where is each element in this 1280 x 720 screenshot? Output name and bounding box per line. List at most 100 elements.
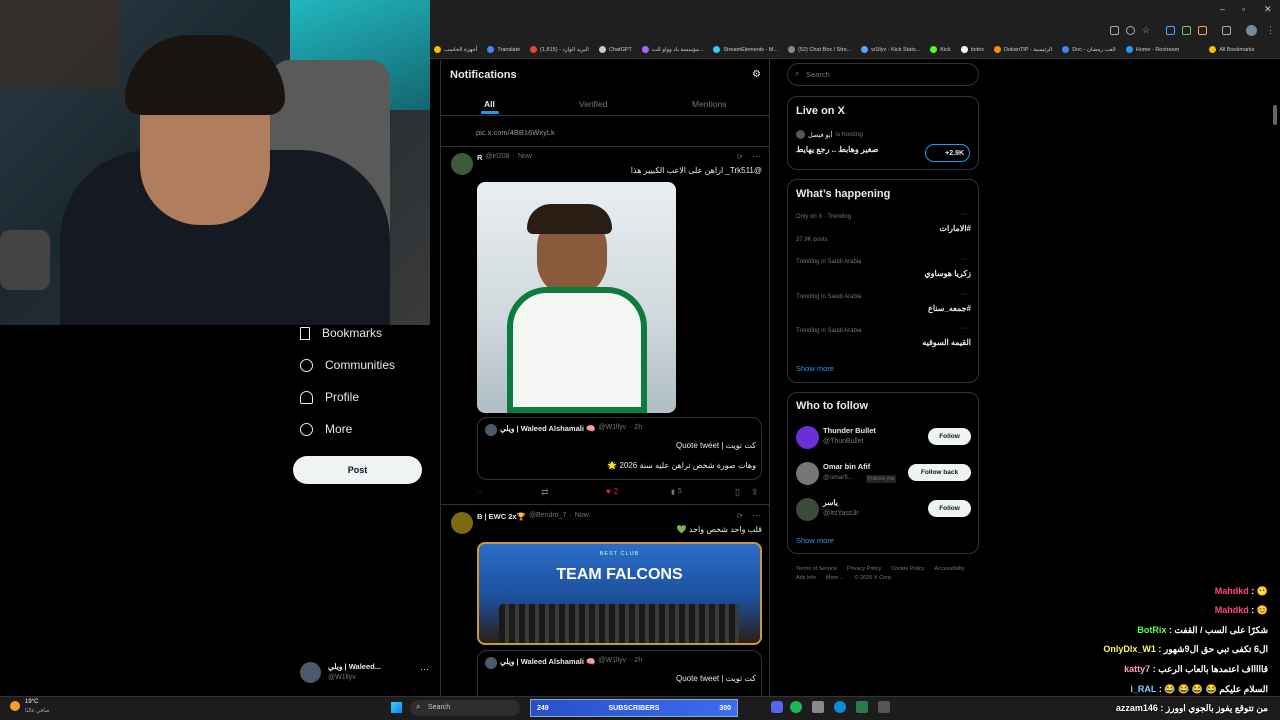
footer-link[interactable]: Accessibility — [935, 566, 965, 572]
follow-back-button[interactable]: Follow back — [908, 464, 971, 481]
space-title[interactable]: صغير وهابط .. رجع يهايط — [796, 145, 878, 154]
show-more-follow[interactable]: Show more — [796, 536, 834, 545]
account-switcher[interactable]: ويلي | Waleed... @W1llyv ··· — [300, 660, 435, 686]
tweet-image[interactable] — [477, 182, 676, 413]
scrollbar-thumb[interactable] — [1273, 105, 1277, 125]
nav-bookmarks[interactable]: Bookmarks — [300, 326, 382, 340]
follow-suggestion[interactable]: ياسر @ItsYass3r Follow — [788, 495, 980, 525]
account-name: ويلي | Waleed... — [328, 662, 381, 671]
footer-link[interactable]: Terms of Service — [796, 566, 837, 572]
tweet-image[interactable]: BEST CLUB TEAM FALCONS — [477, 542, 762, 645]
grok-icon[interactable]: ⟳ — [737, 512, 743, 520]
footer-link[interactable]: Cookie Policy — [891, 566, 924, 572]
puzzle-icon[interactable] — [1222, 26, 1231, 35]
post-button[interactable]: Post — [293, 456, 422, 484]
tab-search-icon[interactable] — [1110, 26, 1119, 35]
bookmark-item[interactable]: All Bookmarks — [1209, 46, 1254, 53]
trend-item[interactable]: Trending in Saudi Arabia ··· القيمه السو… — [788, 325, 980, 361]
footer-link[interactable]: More ... — [826, 575, 845, 581]
taskbar-search[interactable]: ⌕ Search — [410, 700, 520, 716]
views-button[interactable]: ▮ 5 — [671, 488, 682, 496]
menu-icon[interactable]: ⋮ — [1266, 25, 1275, 36]
more-icon[interactable]: ··· — [420, 664, 429, 674]
nav-profile[interactable]: Profile — [300, 390, 359, 404]
follow-suggestion[interactable]: Thunder Bullet @ThunBullet Follow — [788, 423, 980, 453]
spotify-icon[interactable] — [790, 701, 802, 713]
bookmark-item[interactable]: w1llyv - Kick Stats... — [861, 46, 920, 53]
trends-card: What’s happening Only on X · Trending ··… — [787, 179, 979, 383]
follows-you-badge: Follows you — [866, 475, 897, 483]
app-icon[interactable] — [856, 701, 868, 713]
bookmark-item[interactable]: StreamElements - M... — [713, 46, 778, 53]
footer-link[interactable]: Privacy Policy — [847, 566, 881, 572]
follow-button[interactable]: Follow — [928, 500, 971, 517]
bookmark-item[interactable]: Translate — [487, 46, 520, 53]
nav-communities[interactable]: Communities — [300, 358, 395, 372]
settings-icon[interactable]: ⚙ — [752, 69, 761, 80]
tweet[interactable]: R @irl208 · Now ⟳ ··· @Trk511_ اراهن على… — [441, 147, 769, 502]
footer-link[interactable]: Ads info — [796, 575, 816, 581]
like-button[interactable]: ♥ 2 — [606, 487, 618, 496]
avatar — [451, 153, 473, 175]
extension-icon[interactable] — [1166, 26, 1175, 35]
zoom-icon[interactable] — [1126, 26, 1135, 35]
bookmark-item[interactable]: ChatGPT — [598, 46, 632, 53]
bookmark-icon[interactable]: ▯ — [735, 487, 740, 498]
weather-temp[interactable]: 19°C — [25, 699, 38, 705]
live-card: Live on X أبو فيصل is hosting صغير وهابط… — [787, 96, 979, 170]
tweet[interactable]: B | EWC 2x🏆 @Bendro_7 · Now ⟳ ··· قلب وا… — [441, 505, 769, 720]
tab-mentions[interactable]: Mentions — [692, 99, 727, 109]
listeners-badge[interactable]: +2.9K — [925, 144, 970, 162]
bookmark-item[interactable]: Doc - العب رمضان — [1062, 46, 1116, 53]
trend-item[interactable]: Trending in Saudi Arabia ··· زكريا هوساو… — [788, 256, 980, 292]
minimize-icon[interactable]: – — [1220, 4, 1225, 14]
grok-icon[interactable]: ⟳ — [737, 153, 743, 161]
share-icon[interactable]: ⇪ — [751, 487, 759, 498]
tweet-handle: @irl208 — [485, 153, 510, 160]
sub-goal: 300 — [719, 704, 731, 712]
bookmark-item[interactable]: أجهزة الحاسب — [434, 46, 477, 53]
more-icon[interactable]: ··· — [960, 291, 967, 298]
edge-icon[interactable] — [834, 701, 846, 713]
bookmark-item[interactable]: Kick — [930, 46, 951, 53]
maximize-icon[interactable]: ▫ — [1242, 4, 1245, 14]
extension-icon[interactable] — [1198, 26, 1207, 35]
windows-start-icon[interactable] — [391, 702, 402, 713]
profile-icon — [300, 390, 313, 404]
extension-icon[interactable] — [1182, 26, 1191, 35]
bookmark-item[interactable]: Home - Restream — [1125, 46, 1179, 53]
bookmark-item[interactable]: مؤسسة باد وواو للت... — [641, 46, 703, 53]
bookmark-item[interactable]: (52) Chat Box / Stre... — [788, 46, 851, 53]
follow-button[interactable]: Follow — [928, 428, 971, 445]
trend-item[interactable]: Trending in Saudi Arabia ··· #جمعه_سناع — [788, 291, 980, 327]
tab-all[interactable]: All — [484, 99, 495, 109]
profile-avatar[interactable] — [1246, 25, 1257, 36]
bookmark-item[interactable]: البريد الوارد - (1,815) — [530, 46, 589, 53]
quote-time: 2h — [634, 657, 643, 664]
search-input[interactable]: ⌕ Search — [787, 63, 979, 86]
more-icon[interactable]: ··· — [960, 211, 967, 218]
app-icon[interactable] — [878, 701, 890, 713]
bookmark-item[interactable]: DokanTIP - الرئيسية — [994, 46, 1052, 53]
bookmark-item[interactable]: botrix — [960, 46, 984, 53]
more-icon[interactable]: ··· — [752, 510, 761, 520]
more-icon[interactable]: ··· — [960, 256, 967, 263]
app-icon[interactable] — [812, 701, 824, 713]
follow-suggestion[interactable]: Omar bin Afif @omarfi... Follows you Fol… — [788, 459, 980, 489]
docs-icon — [1062, 46, 1070, 53]
show-more-trends[interactable]: Show more — [796, 364, 834, 373]
tab-verified[interactable]: Verified — [579, 99, 607, 109]
weather-desc: صافي غالبًا — [25, 708, 50, 714]
more-icon[interactable]: ··· — [960, 325, 967, 332]
discord-icon[interactable] — [771, 701, 783, 713]
media-link[interactable]: pic.x.com/4BB16WxyLk — [476, 128, 555, 137]
chat-message: 😊 : Mahdkd — [1214, 605, 1268, 615]
star-icon[interactable]: ☆ — [1142, 26, 1151, 35]
nav-more[interactable]: More — [300, 422, 352, 436]
more-icon[interactable]: ··· — [752, 151, 761, 161]
close-icon[interactable]: ✕ — [1264, 4, 1272, 15]
reply-icon[interactable]: ◌ — [477, 487, 482, 497]
site-icon — [994, 46, 1002, 53]
quoted-tweet[interactable]: ويلي | Waleed Alshamali 🧠 @W1llyv · 2h ك… — [477, 417, 762, 480]
repost-icon[interactable]: ⇄ — [541, 487, 549, 498]
